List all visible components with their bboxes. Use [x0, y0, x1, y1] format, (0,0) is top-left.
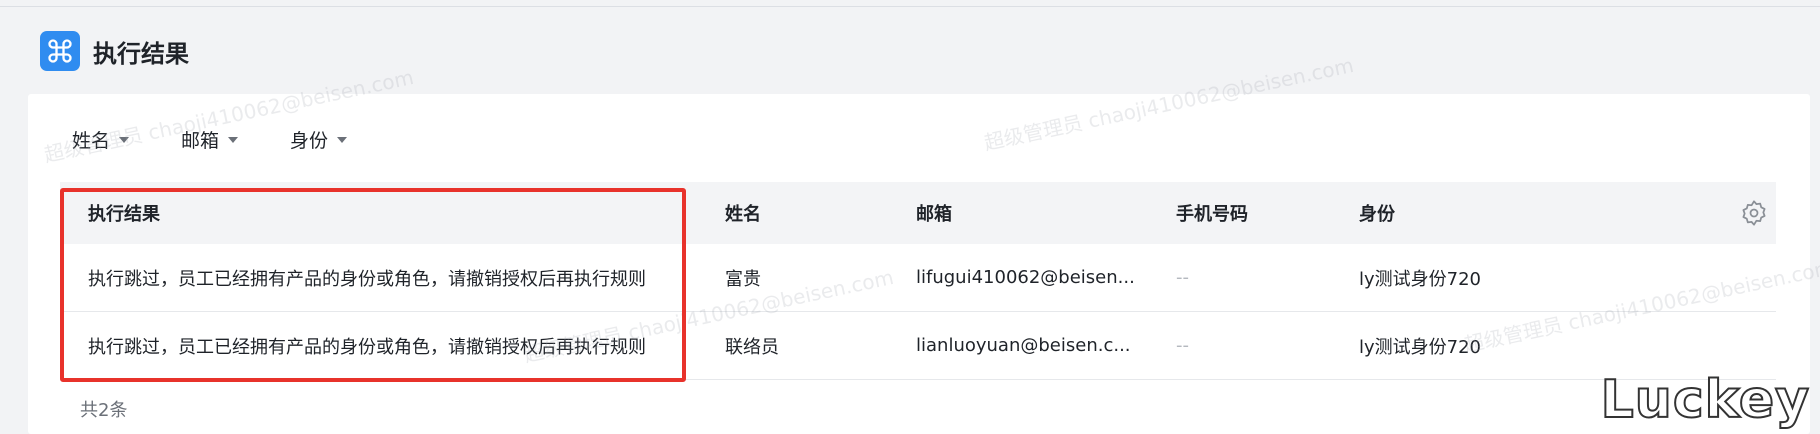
table-row[interactable]: 执行跳过，员工已经拥有产品的身份或角色，请撤销授权后再执行规则 富贵 lifug…: [60, 244, 1776, 312]
column-header-phone: 手机号码: [1176, 204, 1248, 225]
page-header: 执行结果: [40, 30, 189, 72]
cell-result: 执行跳过，员工已经拥有产品的身份或角色，请撤销授权后再执行规则: [88, 336, 646, 358]
cell-email: lianluoyuan@beisen.c...: [916, 335, 1131, 356]
filter-email-dropdown[interactable]: 邮箱: [181, 126, 239, 153]
cell-name: 富贵: [725, 268, 761, 290]
caret-down-icon: [337, 136, 348, 143]
column-header-name: 姓名: [725, 204, 761, 225]
cell-email: lifugui410062@beisen...: [916, 267, 1135, 288]
gear-icon[interactable]: [1740, 199, 1768, 227]
caret-down-icon: [119, 136, 130, 143]
page-title: 执行结果: [93, 39, 189, 68]
cell-identity: ly测试身份720: [1359, 336, 1482, 358]
results-panel: 姓名 邮箱 身份 执行结果 姓名 邮箱 手机号码 身份 执行跳过，员工已经拥有产…: [28, 94, 1810, 434]
table-row[interactable]: 执行跳过，员工已经拥有产品的身份或角色，请撤销授权后再执行规则 联络员 lian…: [60, 312, 1776, 380]
cell-result: 执行跳过，员工已经拥有产品的身份或角色，请撤销授权后再执行规则: [88, 268, 646, 290]
filter-identity-dropdown[interactable]: 身份: [290, 126, 348, 153]
filter-label: 姓名: [72, 130, 111, 152]
filter-name-dropdown[interactable]: 姓名: [72, 126, 130, 153]
cell-identity: ly测试身份720: [1359, 268, 1482, 290]
total-count: 共2条: [80, 400, 128, 421]
results-table: 执行结果 姓名 邮箱 手机号码 身份 执行跳过，员工已经拥有产品的身份或角色，请…: [60, 182, 1776, 380]
column-header-result: 执行结果: [88, 204, 160, 225]
command-icon: [40, 31, 80, 71]
caret-down-icon: [228, 136, 239, 143]
cell-name: 联络员: [725, 336, 779, 358]
filter-label: 身份: [290, 130, 329, 152]
filter-bar: 姓名 邮箱 身份: [72, 126, 399, 153]
corner-brand: Luckey: [1600, 369, 1810, 431]
column-header-identity: 身份: [1359, 204, 1395, 225]
table-header: 执行结果 姓名 邮箱 手机号码 身份: [60, 182, 1776, 244]
filter-label: 邮箱: [181, 130, 220, 152]
top-divider: [0, 6, 1820, 7]
column-header-email: 邮箱: [916, 204, 952, 225]
cell-phone: --: [1176, 335, 1189, 356]
cell-phone: --: [1176, 267, 1189, 288]
